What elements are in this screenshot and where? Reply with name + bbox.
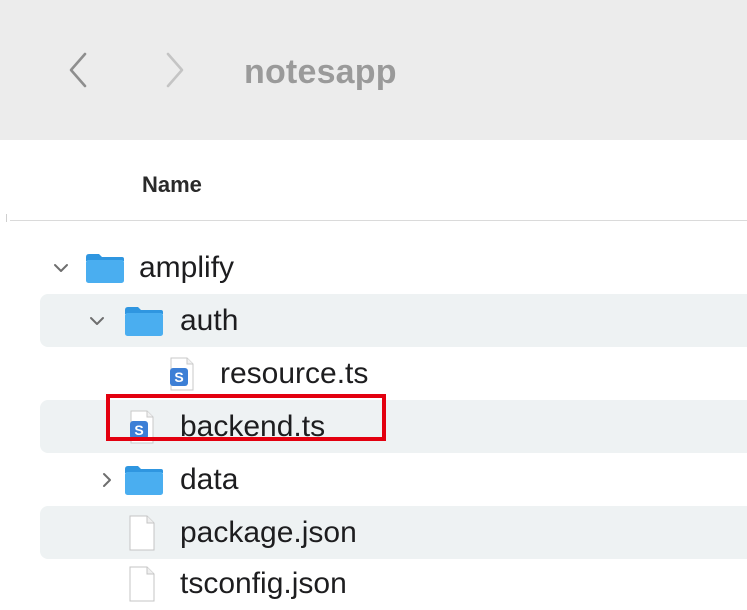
back-button[interactable] <box>58 46 98 94</box>
item-label: amplify <box>139 251 235 284</box>
forward-button[interactable] <box>155 46 195 94</box>
svg-text:S: S <box>174 369 183 385</box>
item-label: tsconfig.json <box>180 567 347 600</box>
column-header-name[interactable]: Name <box>142 172 202 198</box>
typescript-file-icon: S <box>168 347 196 400</box>
chevron-left-icon <box>69 52 87 88</box>
list-item-tsconfig-json[interactable]: tsconfig.json <box>40 557 747 610</box>
document-icon <box>128 506 156 559</box>
list-item-resource-ts[interactable]: S resource.ts <box>40 347 747 400</box>
disclosure-expanded-icon[interactable] <box>50 241 72 294</box>
list-item-package-json[interactable]: package.json <box>40 506 747 559</box>
disclosure-expanded-icon[interactable] <box>86 294 108 347</box>
column-header-bar <box>0 140 747 220</box>
item-label: data <box>180 463 239 496</box>
folder-icon <box>123 453 165 506</box>
folder-icon <box>84 241 126 294</box>
window-title: notesapp <box>244 53 397 91</box>
list-item-auth[interactable]: auth <box>40 294 747 347</box>
column-divider <box>6 214 7 222</box>
document-icon <box>128 557 156 610</box>
item-label: package.json <box>180 516 357 549</box>
list-item-data[interactable]: data <box>40 453 747 506</box>
finder-toolbar: notesapp <box>0 0 747 140</box>
folder-icon <box>123 294 165 347</box>
item-label: auth <box>180 304 239 337</box>
item-label: resource.ts <box>220 357 369 390</box>
list-item-amplify[interactable]: amplify <box>40 241 747 294</box>
chevron-right-icon <box>166 52 184 88</box>
header-divider <box>10 220 747 221</box>
highlight-annotation <box>106 394 386 441</box>
disclosure-collapsed-icon[interactable] <box>96 453 118 506</box>
